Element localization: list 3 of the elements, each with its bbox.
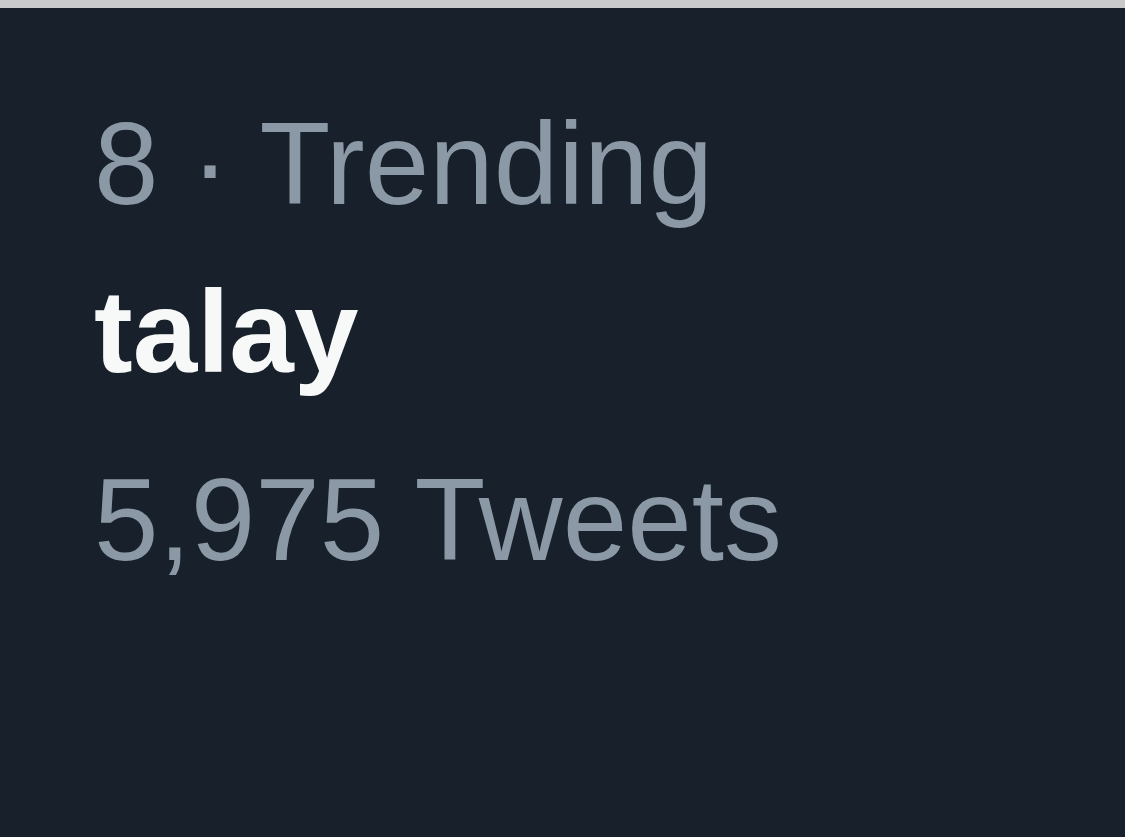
trend-context: 8 · Trending bbox=[94, 98, 715, 231]
tweet-count: 5,975 Tweets bbox=[94, 454, 783, 587]
trend-title[interactable]: talay bbox=[94, 262, 1125, 402]
